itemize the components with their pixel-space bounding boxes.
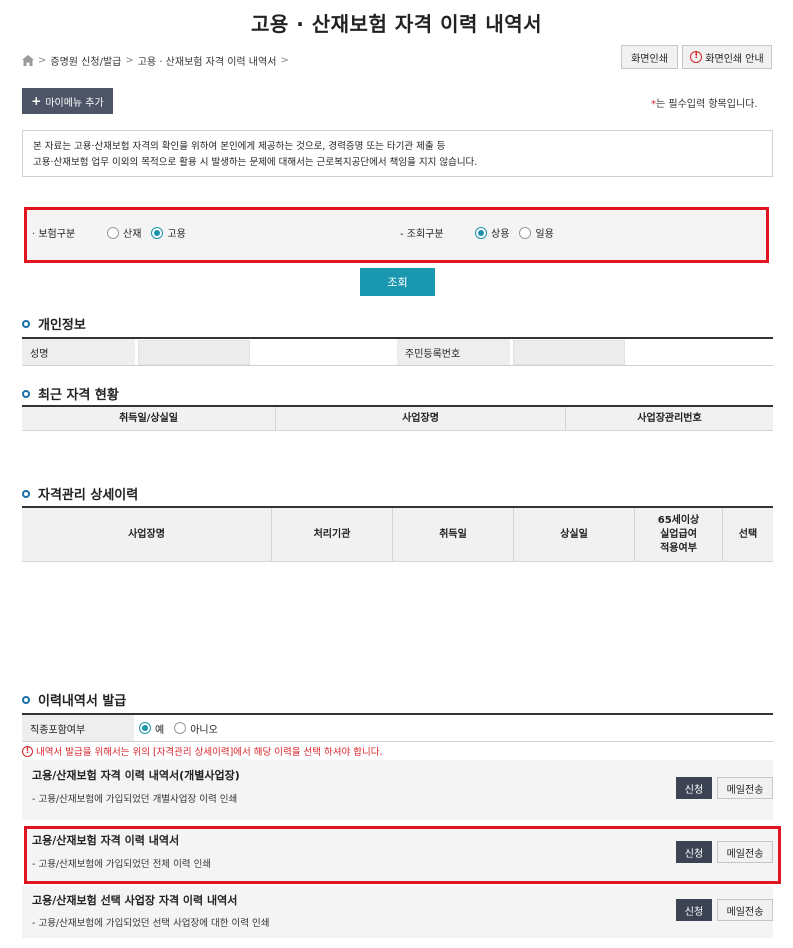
print-guide-button[interactable]: ! 화면인쇄 안내: [682, 45, 772, 69]
column-header: 상실일: [514, 508, 635, 561]
section-title: 자격관리 상세이력: [38, 488, 139, 503]
mail-send-button[interactable]: 메일전송: [717, 841, 773, 863]
section-personal: 개인정보: [22, 314, 86, 333]
column-header: 사업장명: [276, 407, 566, 430]
query-type-radios: 상용 일용: [475, 225, 560, 240]
doc-title: 고용/산재보험 자격 이력 내역서(개별사업장): [32, 769, 240, 782]
breadcrumb-separator: >: [125, 54, 134, 66]
section-title: 이력내역서 발급: [38, 694, 127, 709]
alert-icon: !: [690, 51, 703, 63]
doc-desc: - 고용/산재보험에 가입되었던 선택 사업장에 대한 이력 인쇄: [32, 918, 270, 929]
column-header: 취득일/상실일: [22, 407, 276, 430]
mail-send-button[interactable]: 메일전송: [717, 777, 773, 799]
rrn-value: [513, 339, 625, 365]
doc-title: 고용/산재보험 선택 사업장 자격 이력 내역서: [32, 894, 238, 907]
apply-button[interactable]: 신청: [676, 777, 712, 799]
breadcrumb-separator: >: [280, 54, 289, 66]
column-header-line: 적용여부: [660, 542, 697, 554]
required-text: 는 필수입력 항목입니다.: [656, 99, 758, 110]
rrn-label: 주민등록번호: [397, 339, 510, 365]
radio-job-no[interactable]: [174, 722, 187, 734]
job-include-label: 직종포함여부: [22, 715, 134, 741]
name-label: 성명: [22, 339, 135, 365]
alert-icon: !: [22, 745, 33, 757]
radio-sangyong[interactable]: [475, 226, 487, 239]
bullet-icon: [22, 389, 30, 398]
doc-row-full: 고용/산재보험 자격 이력 내역서 - 고용/산재보험에 가입되었던 전체 이력…: [24, 826, 781, 884]
apply-button[interactable]: 신청: [676, 841, 712, 863]
doc-row-selected: 고용/산재보험 선택 사업장 자격 이력 내역서 - 고용/산재보험에 가입되었…: [22, 886, 773, 938]
column-header: 사업장명: [22, 508, 272, 561]
radio-job-yes-label: 예: [155, 724, 165, 736]
radio-job-no-label: 아니오: [190, 724, 218, 736]
breadcrumb-item-certificate[interactable]: 증명원 신청/발급: [50, 53, 121, 68]
rrn-cell: [510, 339, 773, 365]
column-header: 사업장관리번호: [637, 412, 702, 424]
required-note: *는 필수입력 항목입니다.: [651, 95, 758, 110]
section-title: 개인정보: [38, 318, 86, 333]
doc-desc: - 고용/산재보험에 가입되었던 개별사업장 이력 인쇄: [32, 794, 238, 805]
mail-send-button[interactable]: 메일전송: [717, 899, 773, 921]
page-title: 고용 · 산재보험 자격 이력 내역서: [250, 12, 543, 36]
filter-panel: · 보험구분 산재 고용 - 조회구분 상용 일용: [24, 207, 769, 263]
plus-icon: +: [31, 94, 42, 108]
radio-goyong-label: 고용: [167, 229, 186, 240]
name-value: [138, 339, 250, 365]
radio-goyong[interactable]: [151, 226, 164, 239]
column-header-senior-benefit: 65세이상 실업급여 적용여부: [635, 508, 723, 561]
column-header-line: 65세이상: [657, 514, 700, 526]
insurance-type-label: · 보험구분: [32, 229, 76, 240]
job-include-radios: 예 아니오: [134, 715, 224, 741]
section-title: 최근 자격 현황: [38, 388, 119, 403]
breadcrumb-item-current: 고용 · 산재보험 자격 이력 내역서: [137, 56, 277, 68]
column-header: 처리기관: [272, 508, 393, 561]
section-detail: 자격관리 상세이력: [22, 484, 138, 503]
breadcrumb-separator: >: [38, 54, 47, 66]
notice-box: 본 자료는 고용·산재보험 자격의 확인을 위하여 본인에게 제공하는 것으로,…: [22, 130, 773, 177]
doc-row-individual: 고용/산재보험 자격 이력 내역서(개별사업장) - 고용/산재보험에 가입되었…: [22, 760, 773, 820]
add-mymenu-label: 마이메뉴 추가: [45, 97, 104, 109]
issue-warning: ! 내역서 발급을 위해서는 위의 [자격관리 상세이력]에서 해당 이력을 선…: [22, 744, 383, 758]
search-button[interactable]: 조회: [360, 268, 435, 296]
radio-ilyong-label: 일용: [535, 229, 554, 240]
issue-warning-text: 내역서 발급을 위해서는 위의 [자격관리 상세이력]에서 해당 이력을 선택 …: [36, 747, 383, 758]
recent-table-header: 취득일/상실일 사업장명 사업장관리번호: [22, 405, 773, 431]
apply-button[interactable]: 신청: [676, 899, 712, 921]
personal-info-table: 성명 주민등록번호: [22, 337, 773, 366]
radio-job-yes[interactable]: [139, 722, 151, 734]
detail-table-header: 사업장명 처리기관 취득일 상실일 65세이상 실업급여 적용여부 선택: [22, 506, 773, 562]
notice-line: 고용·산재보험 업무 이외의 목적으로 활용 시 발생하는 문제에 대해서는 근…: [33, 157, 478, 168]
radio-sangyong-label: 상용: [491, 229, 510, 240]
query-type-label: - 조회구분: [400, 229, 444, 240]
print-guide-label: 화면인쇄 안내: [705, 53, 764, 65]
bullet-icon: [22, 489, 30, 498]
column-header-line: 실업급여: [660, 528, 697, 540]
section-recent: 최근 자격 현황: [22, 384, 119, 403]
insurance-type-radios: 산재 고용: [107, 225, 192, 240]
doc-desc: - 고용/산재보험에 가입되었던 전체 이력 인쇄: [32, 859, 212, 870]
radio-sanjae[interactable]: [107, 226, 119, 239]
radio-sanjae-label: 산재: [123, 229, 142, 240]
name-cell: [135, 339, 397, 365]
column-header: 선택: [738, 528, 758, 540]
add-mymenu-button[interactable]: + 마이메뉴 추가: [22, 88, 113, 114]
bullet-icon: [22, 695, 30, 704]
breadcrumb: > 증명원 신청/발급 > 고용 · 산재보험 자격 이력 내역서 >: [22, 52, 293, 68]
doc-title: 고용/산재보험 자격 이력 내역서: [32, 834, 180, 847]
column-header: 취득일: [393, 508, 514, 561]
home-icon[interactable]: [22, 54, 34, 66]
bullet-icon: [22, 319, 30, 328]
print-button[interactable]: 화면인쇄: [621, 45, 678, 69]
job-include-table: 직종포함여부 예 아니오: [22, 713, 773, 742]
section-issue: 이력내역서 발급: [22, 690, 126, 709]
notice-line: 본 자료는 고용·산재보험 자격의 확인을 위하여 본인에게 제공하는 것으로,…: [33, 141, 446, 152]
radio-ilyong[interactable]: [519, 226, 532, 239]
